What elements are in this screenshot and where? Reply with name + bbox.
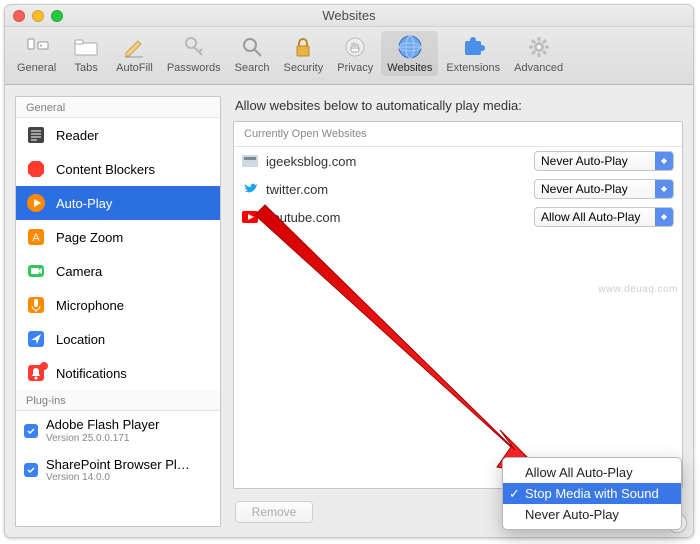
website-row[interactable]: twitter.com Never Auto-Play (234, 175, 682, 203)
sidebar-item-microphone[interactable]: Microphone (16, 288, 220, 322)
microphone-icon (26, 295, 46, 315)
favicon-youtube (242, 209, 258, 225)
gear-icon (525, 33, 553, 61)
zoom-icon: A (26, 227, 46, 247)
globe-icon (396, 33, 424, 61)
reader-icon (26, 125, 46, 145)
play-icon (26, 193, 46, 213)
sidebar-item-label: Location (56, 332, 105, 347)
sidebar-group-general: General (16, 97, 220, 118)
autoplay-select[interactable]: Never Auto-Play (534, 151, 674, 171)
sidebar-group-plugins: Plug-ins (16, 390, 220, 411)
tab-advanced[interactable]: Advanced (508, 31, 569, 76)
sidebar-item-label: Camera (56, 264, 102, 279)
check-icon: ✓ (509, 486, 520, 502)
tab-extensions[interactable]: Extensions (440, 31, 506, 76)
pencil-icon (120, 33, 148, 61)
website-name: igeeksblog.com (266, 154, 526, 169)
zoom-window-button[interactable] (51, 10, 63, 22)
website-name: youtube.com (266, 210, 526, 225)
menu-item-allow-all[interactable]: Allow All Auto-Play (503, 462, 681, 483)
main-header: Allow websites below to automatically pl… (233, 96, 683, 113)
stepper-icon (655, 180, 673, 198)
tab-general[interactable]: General (11, 31, 62, 76)
plugin-checkbox[interactable] (24, 463, 38, 477)
plugin-checkbox[interactable] (24, 424, 38, 438)
hand-icon (341, 33, 369, 61)
sidebar-item-reader[interactable]: Reader (16, 118, 220, 152)
sidebar-item-label: Content Blockers (56, 162, 155, 177)
plugin-item-sharepoint[interactable]: SharePoint Browser Pl… Version 14.0.0 (16, 451, 220, 491)
search-icon (238, 33, 266, 61)
stop-icon (26, 159, 46, 179)
preferences-toolbar: General Tabs AutoFill Passwords Search (5, 27, 693, 85)
sidebar-item-label: Reader (56, 128, 99, 143)
plugin-item-flash[interactable]: Adobe Flash Player Version 25.0.0.171 (16, 411, 220, 451)
sidebar: General Reader Content Blockers Auto-Pla… (15, 96, 221, 527)
favicon-twitter (242, 181, 258, 197)
menu-item-stop-sound[interactable]: ✓ Stop Media with Sound (503, 483, 681, 504)
favicon-igeeksblog (242, 153, 258, 169)
tab-search[interactable]: Search (229, 31, 276, 76)
plugin-name: Adobe Flash Player (46, 417, 159, 433)
camera-icon (26, 261, 46, 281)
minimize-window-button[interactable] (32, 10, 44, 22)
sidebar-item-label: Notifications (56, 366, 127, 381)
tab-autofill[interactable]: AutoFill (110, 31, 159, 76)
sidebar-item-camera[interactable]: Camera (16, 254, 220, 288)
window-controls (13, 10, 63, 22)
plugin-version: Version 25.0.0.171 (46, 433, 159, 445)
plugin-version: Version 14.0.0 (46, 472, 190, 484)
sidebar-item-content-blockers[interactable]: Content Blockers (16, 152, 220, 186)
list-group-header: Currently Open Websites (234, 122, 682, 147)
website-row[interactable]: igeeksblog.com Never Auto-Play (234, 147, 682, 175)
website-list: Currently Open Websites igeeksblog.com N… (233, 121, 683, 489)
watermark: www.deuaq.com (598, 284, 678, 295)
sidebar-item-label: Auto-Play (56, 196, 112, 211)
tab-tabs[interactable]: Tabs (64, 31, 108, 76)
sidebar-item-page-zoom[interactable]: A Page Zoom (16, 220, 220, 254)
plugin-name: SharePoint Browser Pl… (46, 457, 190, 473)
close-window-button[interactable] (13, 10, 25, 22)
puzzle-icon (459, 33, 487, 61)
key-icon (180, 33, 208, 61)
titlebar: Websites (5, 5, 693, 27)
tab-websites[interactable]: Websites (381, 31, 438, 76)
default-policy-menu: Allow All Auto-Play ✓ Stop Media with So… (502, 457, 682, 530)
tabs-icon (72, 33, 100, 61)
sidebar-item-label: Page Zoom (56, 230, 123, 245)
lock-icon (289, 33, 317, 61)
svg-text:A: A (32, 232, 40, 244)
switch-icon (23, 33, 51, 61)
notification-badge (40, 362, 48, 370)
sidebar-item-location[interactable]: Location (16, 322, 220, 356)
tab-passwords[interactable]: Passwords (161, 31, 227, 76)
tab-privacy[interactable]: Privacy (331, 31, 379, 76)
stepper-icon (655, 208, 673, 226)
window-title: Websites (322, 8, 375, 23)
bell-icon (26, 363, 46, 383)
sidebar-item-auto-play[interactable]: Auto-Play (16, 186, 220, 220)
stepper-icon (655, 152, 673, 170)
menu-item-never[interactable]: Never Auto-Play (503, 504, 681, 525)
location-icon (26, 329, 46, 349)
tab-security[interactable]: Security (277, 31, 329, 76)
website-row[interactable]: youtube.com Allow All Auto-Play (234, 203, 682, 231)
remove-button[interactable]: Remove (235, 501, 313, 523)
website-name: twitter.com (266, 182, 526, 197)
sidebar-item-label: Microphone (56, 298, 124, 313)
sidebar-item-notifications[interactable]: Notifications (16, 356, 220, 390)
autoplay-select[interactable]: Never Auto-Play (534, 179, 674, 199)
autoplay-select[interactable]: Allow All Auto-Play (534, 207, 674, 227)
